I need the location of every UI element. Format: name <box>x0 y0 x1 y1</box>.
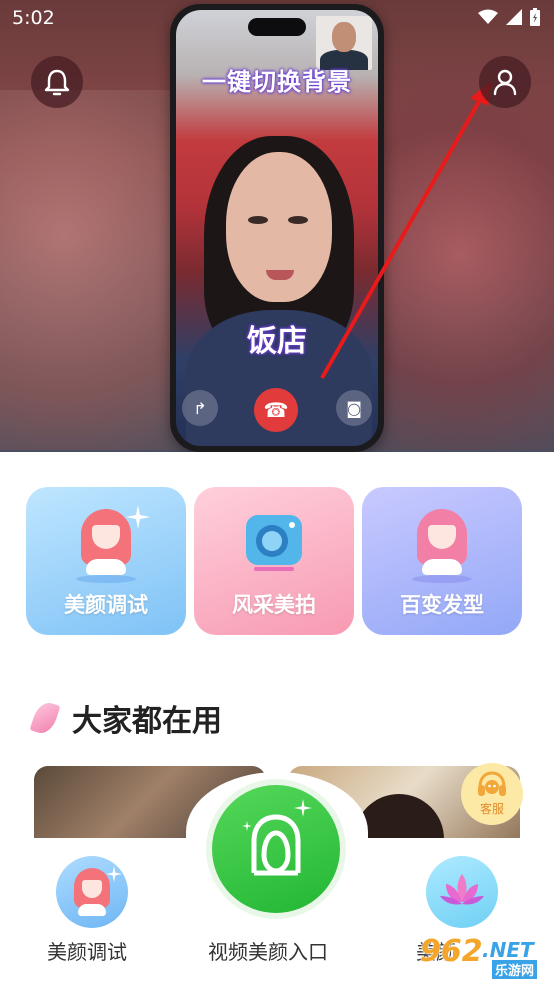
lotus-icon <box>440 874 484 905</box>
section-title: 大家都在用 <box>72 704 222 739</box>
hairstyle-avatar-icon <box>417 509 467 575</box>
notification-button[interactable] <box>31 56 83 108</box>
site-watermark: 962 .NET 乐游网 <box>414 932 550 980</box>
beauty-avatar-icon <box>81 509 131 575</box>
feature-label: 百变发型 <box>400 593 484 617</box>
service-label: 客服 <box>479 802 504 816</box>
bell-icon <box>44 69 70 96</box>
avatar-shadow <box>76 575 136 583</box>
sparkle-icon <box>242 821 252 831</box>
eye <box>248 216 268 224</box>
forward-icon: ↱ <box>182 390 218 426</box>
camera-icon <box>246 515 302 571</box>
watermark-cn: 乐游网 <box>492 960 538 979</box>
call-controls: ↱ ☎ ◙ <box>176 384 378 444</box>
person-face <box>226 152 332 302</box>
phone-label: 饭店 <box>247 324 307 359</box>
sparkle-icon <box>126 505 150 529</box>
mouth <box>266 270 294 280</box>
nav-beauty-debug-button[interactable] <box>56 856 128 928</box>
nav-label-center: 视频美颜入口 <box>208 940 328 964</box>
avatar-body <box>422 559 462 575</box>
camera-icon: ◙ <box>336 390 372 426</box>
status-time: 5:02 <box>12 7 55 29</box>
phone-screen: 一键切换背景 饭店 ↱ ☎ ◙ <box>176 10 378 446</box>
headset-icon <box>478 771 506 796</box>
sparkle-icon <box>106 866 122 882</box>
feature-label: 风采美拍 <box>232 593 316 617</box>
avatar-body <box>78 904 106 916</box>
hangup-icon: ☎ <box>254 388 298 432</box>
petal-icon <box>29 699 61 737</box>
feature-label: 美颜调试 <box>64 593 148 617</box>
signal-icon <box>506 9 522 25</box>
watermark-number: 962 <box>420 934 483 969</box>
nav-label: 美颜调试 <box>47 940 127 964</box>
wifi-icon <box>478 9 498 24</box>
video-beauty-entry-button[interactable] <box>206 779 346 919</box>
sparkle-icon <box>294 799 312 817</box>
beauty-face-icon <box>251 814 301 876</box>
avatar-shadow <box>412 575 472 583</box>
phone-title: 一键切换背景 <box>202 68 352 96</box>
battery-icon <box>530 8 540 26</box>
profile-button[interactable] <box>479 56 531 108</box>
feature-card-photo[interactable]: 风采美拍 <box>194 487 354 635</box>
watermark-suffix: .NET <box>482 938 534 962</box>
feature-card-beauty-debug[interactable]: 美颜调试 <box>26 487 186 635</box>
feature-card-hairstyle[interactable]: 百变发型 <box>362 487 522 635</box>
section-header: 大家都在用 <box>29 699 222 739</box>
eye <box>288 216 308 224</box>
status-icons <box>478 8 540 26</box>
feature-cards: 美颜调试 风采美拍 百变发型 <box>26 487 522 635</box>
center-button-face <box>212 785 340 913</box>
customer-service-button[interactable]: 客服 <box>461 763 523 825</box>
avatar-body <box>86 559 126 575</box>
phone-mockup: 一键切换背景 饭店 ↱ ☎ ◙ <box>170 4 384 452</box>
user-icon <box>493 69 517 96</box>
nav-lotus-button[interactable] <box>426 856 498 928</box>
status-bar: 5:02 <box>0 0 554 38</box>
hero-banner: 一键切换背景 饭店 ↱ ☎ ◙ <box>0 0 554 452</box>
